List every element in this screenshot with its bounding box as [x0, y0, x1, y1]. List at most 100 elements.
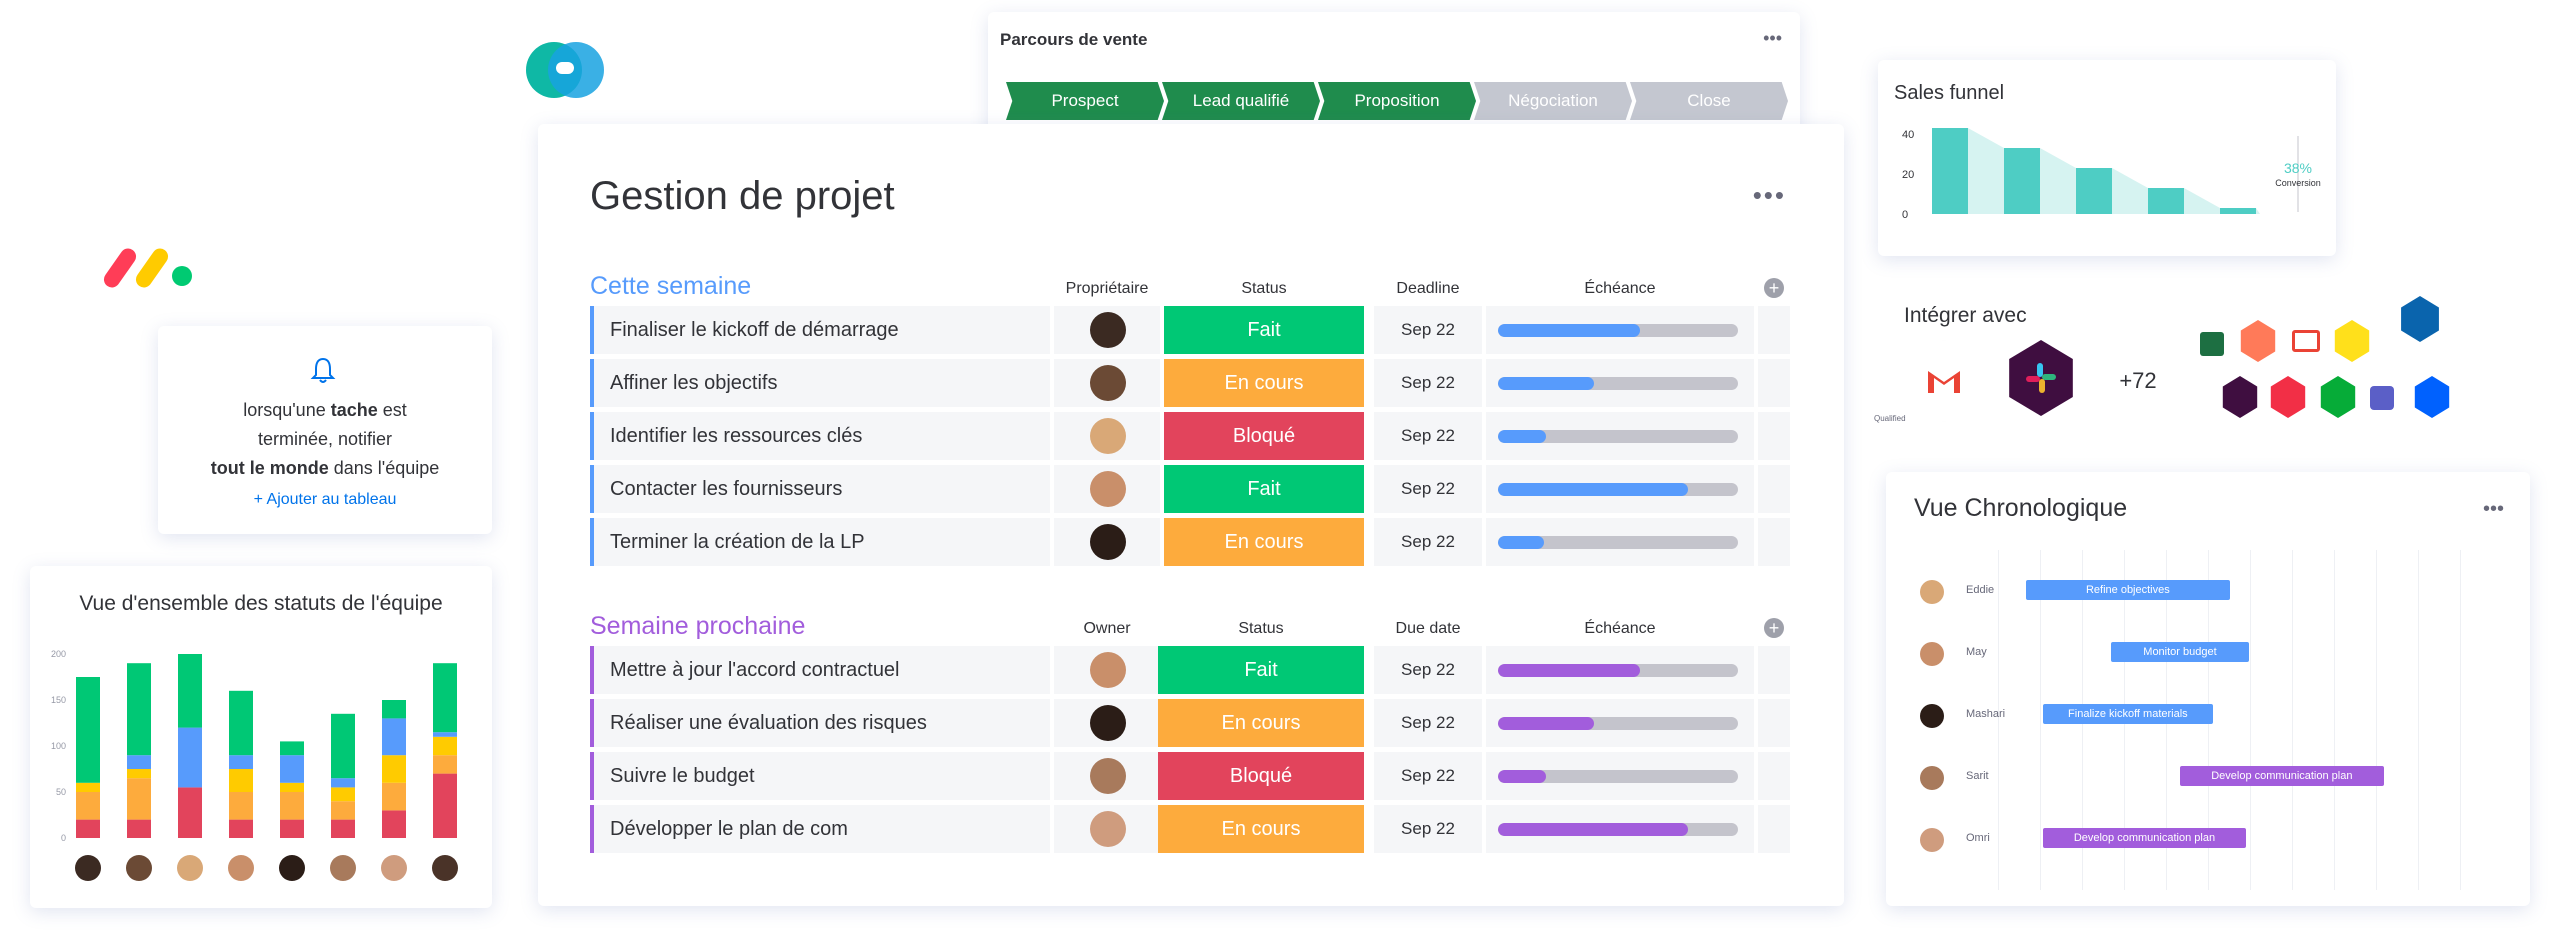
- slack-icon[interactable]: [2009, 340, 2073, 416]
- progress-cell: [1486, 752, 1754, 800]
- pipeline-stage[interactable]: Proposition: [1318, 82, 1476, 120]
- date-cell[interactable]: Sep 22: [1374, 646, 1482, 694]
- mailchimp-icon[interactable]: [2334, 320, 2370, 362]
- pipeline-stage[interactable]: Négociation: [1474, 82, 1632, 120]
- twilio-icon[interactable]: [2270, 376, 2306, 418]
- owner-cell[interactable]: [1054, 752, 1160, 800]
- item-name[interactable]: Mettre à jour l'accord contractuel: [590, 646, 1050, 694]
- timeline-task-bar[interactable]: Develop communication plan: [2042, 828, 2247, 848]
- teams-icon[interactable]: [2370, 386, 2394, 410]
- pipeline-stage[interactable]: Close: [1630, 82, 1788, 120]
- date-cell[interactable]: Sep 22: [1374, 306, 1482, 354]
- team-bar-segment: [280, 782, 304, 792]
- board-item-row[interactable]: Identifier les ressources clés Bloqué Sep …: [590, 412, 1790, 460]
- date-cell[interactable]: Sep 22: [1374, 412, 1482, 460]
- team-bar-segment: [331, 713, 355, 779]
- owner-cell[interactable]: [1054, 306, 1160, 354]
- board-item-row[interactable]: Mettre à jour l'accord contractuel Fait Se…: [590, 646, 1790, 694]
- status-cell[interactable]: Bloqué: [1164, 412, 1364, 460]
- group-title[interactable]: Semaine prochaine: [590, 612, 805, 641]
- pipeline-stage[interactable]: Lead qualifié: [1162, 82, 1320, 120]
- date-cell[interactable]: Sep 22: [1374, 699, 1482, 747]
- date-cell[interactable]: Sep 22: [1374, 465, 1482, 513]
- date-cell[interactable]: Sep 22: [1374, 752, 1482, 800]
- status-cell[interactable]: Fait: [1158, 646, 1364, 694]
- timeline-task-bar[interactable]: Finalize kickoff materials: [2042, 704, 2214, 724]
- team-bar-segment: [76, 677, 100, 783]
- add-column-icon[interactable]: +: [1764, 618, 1784, 638]
- pipeline-more-icon[interactable]: •••: [1763, 28, 1782, 49]
- date-cell[interactable]: Sep 22: [1374, 359, 1482, 407]
- team-bar-segment: [433, 755, 457, 774]
- timeline-gridline: [2250, 550, 2251, 890]
- avatar: [432, 855, 458, 881]
- owner-cell[interactable]: [1054, 465, 1160, 513]
- timeline-more-icon[interactable]: •••: [2483, 498, 2504, 521]
- timeline-task-bar[interactable]: Develop communication plan: [2179, 766, 2384, 786]
- group-title[interactable]: Cette semaine: [590, 272, 751, 301]
- status-cell[interactable]: Bloqué: [1158, 752, 1364, 800]
- timeline-task-bar[interactable]: Monitor budget: [2111, 642, 2249, 662]
- board-item-row[interactable]: Terminer la création de la LP En cours Sep…: [590, 518, 1790, 566]
- row-tail: [1758, 699, 1790, 747]
- progress-track: [1498, 483, 1738, 496]
- status-cell[interactable]: Fait: [1164, 465, 1364, 513]
- owner-cell[interactable]: [1054, 412, 1160, 460]
- gmail-small-icon[interactable]: [2292, 330, 2320, 352]
- board-item-row[interactable]: Contacter les fournisseurs Fait Sep 22: [590, 465, 1790, 513]
- board-item-row[interactable]: Suivre le budget Bloqué Sep 22: [590, 752, 1790, 800]
- funnel-bar: [2220, 208, 2256, 214]
- more-integrations-badge[interactable]: +72: [2103, 340, 2173, 422]
- pipeline-stage[interactable]: Prospect: [1006, 82, 1164, 120]
- owner-cell[interactable]: [1054, 699, 1160, 747]
- status-cell[interactable]: En cours: [1164, 518, 1364, 566]
- row-tail: [1758, 359, 1790, 407]
- owner-cell[interactable]: [1054, 646, 1160, 694]
- hubspot-icon[interactable]: [2240, 320, 2276, 362]
- owner-cell[interactable]: [1054, 805, 1160, 853]
- row-tail: [1758, 518, 1790, 566]
- outlook-icon[interactable]: [2401, 296, 2439, 342]
- item-name[interactable]: Suivre le budget: [590, 752, 1050, 800]
- gmail-icon[interactable]: [1909, 340, 1979, 422]
- status-cell[interactable]: En cours: [1164, 359, 1364, 407]
- item-name[interactable]: Réaliser une évaluation des risques: [590, 699, 1050, 747]
- board-item-row[interactable]: Affiner les objectifs En cours Sep 22: [590, 359, 1790, 407]
- status-cell[interactable]: En cours: [1158, 699, 1364, 747]
- date-cell[interactable]: Sep 22: [1374, 805, 1482, 853]
- item-name[interactable]: Développer le plan de com: [590, 805, 1050, 853]
- dropbox-icon[interactable]: [2414, 376, 2450, 418]
- board-more-icon[interactable]: •••: [1753, 180, 1786, 211]
- status-column-header: Status: [1241, 280, 1287, 297]
- excel-icon[interactable]: [2200, 332, 2224, 356]
- pagerduty-icon[interactable]: [2320, 376, 2356, 418]
- owner-column-header: Propriétaire: [1065, 280, 1149, 297]
- status-cell[interactable]: Fait: [1164, 306, 1364, 354]
- avatar: [1090, 758, 1126, 794]
- timeline-task-bar[interactable]: Refine objectives: [2026, 580, 2230, 600]
- team-bar-segment: [178, 787, 202, 838]
- slack-small-icon[interactable]: [2222, 376, 2258, 418]
- sales-funnel-card: Sales funnel 40 20 0 38% Conversion: [1878, 60, 2336, 256]
- add-to-board-link[interactable]: + Ajouter au tableau: [158, 491, 492, 509]
- progress-track: [1498, 536, 1738, 549]
- item-name[interactable]: Finaliser le kickoff de démarrage: [590, 306, 1050, 354]
- board-item-row[interactable]: Réaliser une évaluation des risques En co…: [590, 699, 1790, 747]
- item-name[interactable]: Terminer la création de la LP: [590, 518, 1050, 566]
- progress-fill: [1498, 770, 1546, 783]
- timeline-gridline: [2418, 550, 2419, 890]
- owner-cell[interactable]: [1054, 359, 1160, 407]
- item-name[interactable]: Identifier les ressources clés: [590, 412, 1050, 460]
- team-bar-segment: [178, 654, 202, 728]
- status-cell[interactable]: En cours: [1158, 805, 1364, 853]
- board-item-row[interactable]: Développer le plan de com En cours Sep 22: [590, 805, 1790, 853]
- avatar: [1090, 418, 1126, 454]
- date-cell[interactable]: Sep 22: [1374, 518, 1482, 566]
- owner-cell[interactable]: [1054, 518, 1160, 566]
- item-name[interactable]: Affiner les objectifs: [590, 359, 1050, 407]
- item-name[interactable]: Contacter les fournisseurs: [590, 465, 1050, 513]
- board-item-row[interactable]: Finaliser le kickoff de démarrage Fait Sep…: [590, 306, 1790, 354]
- add-column-icon[interactable]: +: [1764, 278, 1784, 298]
- progress-cell: [1486, 805, 1754, 853]
- funnel-bar: [1932, 128, 1968, 214]
